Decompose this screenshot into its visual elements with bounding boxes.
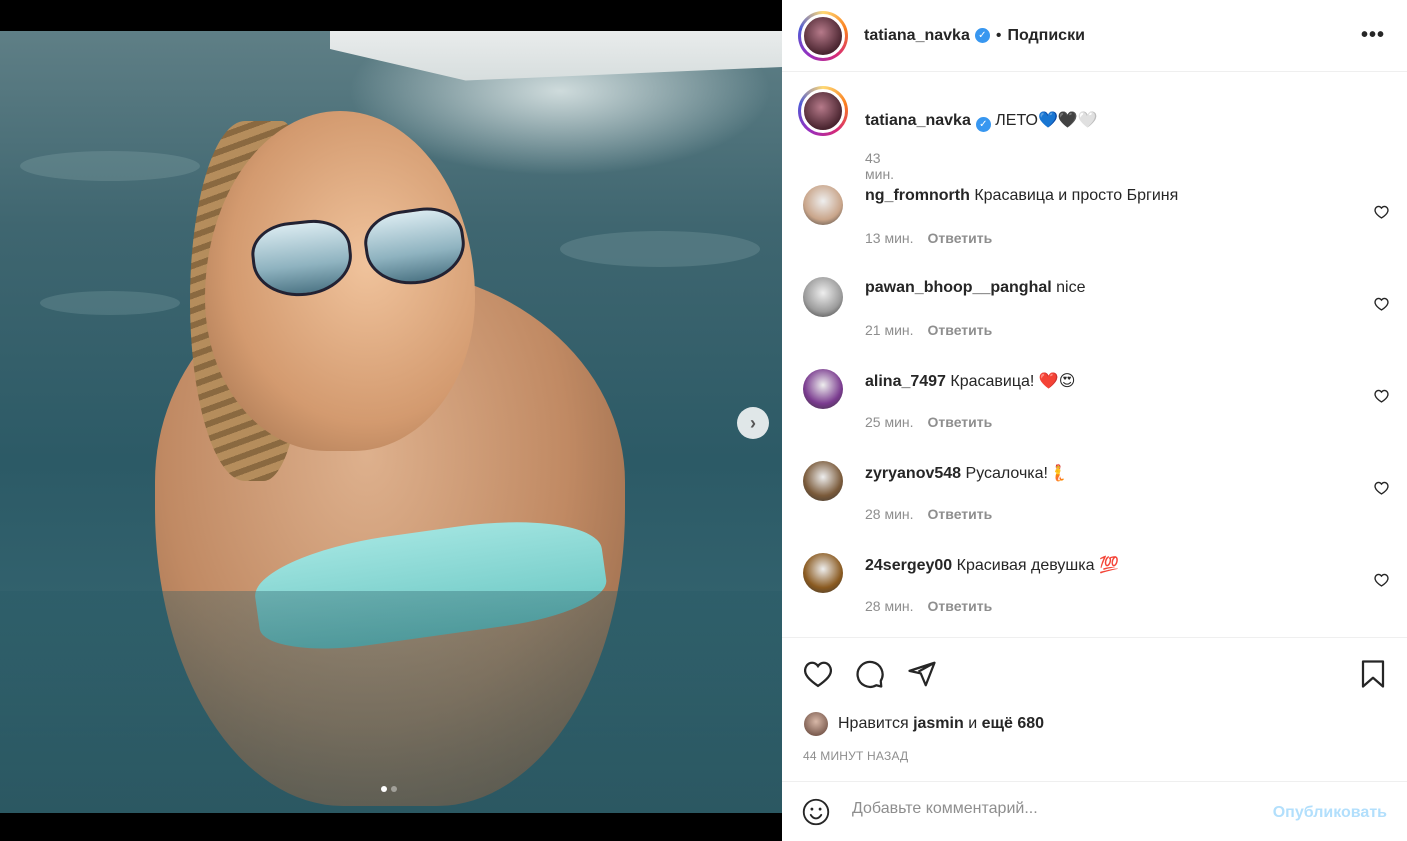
post-actions: Нравится jasmin и ещё 680 44 МИНУТ НАЗАД xyxy=(782,637,1407,781)
following-button[interactable]: Подписки xyxy=(1007,27,1084,45)
commenter-avatar[interactable] xyxy=(803,369,843,409)
comment-text: Красавица и просто Бргиня xyxy=(974,187,1179,204)
carousel-dot xyxy=(391,786,397,792)
post-timestamp[interactable]: 44 МИНУТ НАЗАД xyxy=(803,749,908,763)
commenter-avatar[interactable] xyxy=(803,277,843,317)
post-photo xyxy=(0,31,782,813)
reply-button[interactable]: Ответить xyxy=(928,230,993,246)
post-header: tatiana_navka ✓ • Подписки ••• xyxy=(782,0,1407,72)
add-comment-bar: Опубликовать xyxy=(782,781,1407,841)
carousel-dot xyxy=(381,786,387,792)
author-avatar[interactable] xyxy=(798,10,848,61)
comment-username[interactable]: 24sergey00 xyxy=(865,557,952,574)
comment-meta: 25 мин. Ответить xyxy=(865,414,992,430)
commenter-avatar[interactable] xyxy=(803,553,843,593)
photo-water xyxy=(40,291,180,315)
emoji-icon[interactable] xyxy=(802,798,830,829)
photo-background xyxy=(330,31,782,81)
carousel-next-button[interactable]: › xyxy=(737,407,769,439)
comment-username[interactable]: alina_7497 xyxy=(865,373,946,390)
comment-row: pawan_bhoop__panghal nice 21 мин. Ответить xyxy=(782,267,1407,359)
reply-button[interactable]: Ответить xyxy=(928,414,993,430)
reply-button[interactable]: Ответить xyxy=(928,506,993,522)
comment-time[interactable]: 28 мин. xyxy=(865,598,914,614)
header-separator: • xyxy=(995,26,1002,44)
comment-row: zyryanov548 Русалочка!🧜 28 мин. Ответить xyxy=(782,451,1407,543)
caption-text: ЛЕТО💙🖤🤍 xyxy=(995,112,1098,129)
comment-icon[interactable] xyxy=(854,658,886,690)
comment-time[interactable]: 21 мин. xyxy=(865,322,914,338)
comment-meta: 13 мин. Ответить xyxy=(865,230,992,246)
comment-meta: 21 мин. Ответить xyxy=(865,322,992,338)
likes-count[interactable]: ещё 680 xyxy=(982,715,1044,733)
comment-time[interactable]: 25 мин. xyxy=(865,414,914,430)
comment-body: zyryanov548 Русалочка!🧜 xyxy=(865,463,1068,483)
comment-row: 24sergey00 Красивая девушка 💯 28 мин. Отве… xyxy=(782,543,1407,635)
comment-body: alina_7497 Красавица! ❤️😍 xyxy=(865,371,1075,391)
photo-water-surface xyxy=(0,591,782,813)
verified-icon: ✓ xyxy=(974,28,990,43)
comments-list[interactable]: tatiana_navka ✓ ЛЕТО💙🖤🤍 43 мин. ng_fromno… xyxy=(782,72,1407,637)
comment-time[interactable]: 13 мин. xyxy=(865,230,914,246)
more-options-icon[interactable]: ••• xyxy=(1361,24,1385,47)
comment-username[interactable]: ng_fromnorth xyxy=(865,187,970,204)
comment-body: 24sergey00 Красивая девушка 💯 xyxy=(865,555,1119,575)
post-comment-button[interactable]: Опубликовать xyxy=(1273,804,1387,822)
reply-button[interactable]: Ответить xyxy=(928,322,993,338)
comment-text: nice xyxy=(1056,279,1086,296)
verified-icon: ✓ xyxy=(975,117,991,132)
comment-body: pawan_bhoop__panghal nice xyxy=(865,279,1086,297)
comment-text: Красивая девушка 💯 xyxy=(956,557,1119,574)
photo-water xyxy=(560,231,760,267)
comment-row: alina_7497 Красавица! ❤️😍 25 мин. Ответить xyxy=(782,359,1407,451)
carousel-indicator xyxy=(381,786,397,792)
comment-row: ng_fromnorth Красавица и просто Бргиня 13… xyxy=(782,175,1407,267)
comment-like-heart-icon[interactable] xyxy=(1374,389,1389,406)
bookmark-icon[interactable] xyxy=(1357,658,1389,690)
photo-water xyxy=(20,151,200,181)
author-username[interactable]: tatiana_navka xyxy=(864,27,970,45)
reply-button[interactable]: Ответить xyxy=(928,598,993,614)
comment-like-heart-icon[interactable] xyxy=(1374,573,1389,590)
likes-prefix: Нравится xyxy=(838,715,909,732)
share-icon[interactable] xyxy=(906,658,938,690)
chevron-right-icon: › xyxy=(750,412,756,433)
comment-like-heart-icon[interactable] xyxy=(1374,297,1389,314)
comment-meta: 28 мин. Ответить xyxy=(865,598,992,614)
likes-user[interactable]: jasmin xyxy=(913,715,964,733)
author-avatar[interactable] xyxy=(798,86,848,136)
caption-text-row: tatiana_navka ✓ ЛЕТО💙🖤🤍 xyxy=(865,110,1098,132)
comment-username[interactable]: zyryanov548 xyxy=(865,465,961,482)
comment-username[interactable]: pawan_bhoop__panghal xyxy=(865,279,1052,296)
post-sidebar: tatiana_navka ✓ • Подписки ••• tatiana_n… xyxy=(782,0,1407,841)
comment-meta: 28 мин. Ответить xyxy=(865,506,992,522)
media-pane: › xyxy=(0,0,782,841)
caption-username[interactable]: tatiana_navka xyxy=(865,112,971,129)
comment-like-heart-icon[interactable] xyxy=(1374,205,1389,222)
comment-body: ng_fromnorth Красавица и просто Бргиня xyxy=(865,187,1178,205)
commenter-avatar[interactable] xyxy=(803,461,843,501)
comment-text: Русалочка!🧜 xyxy=(965,465,1068,482)
post-modal: › tatiana_navka ✓ • Подписки ••• tatiana… xyxy=(0,0,1407,841)
comment-time[interactable]: 28 мин. xyxy=(865,506,914,522)
comment-text: Красавица! ❤️😍 xyxy=(950,373,1076,390)
comment-input[interactable] xyxy=(852,800,1252,818)
liker-avatar xyxy=(804,712,828,736)
likes-and: и xyxy=(968,715,978,732)
likes-summary[interactable]: Нравится jasmin и ещё 680 xyxy=(804,712,1044,736)
like-heart-icon[interactable] xyxy=(802,658,834,690)
comment-like-heart-icon[interactable] xyxy=(1374,481,1389,498)
commenter-avatar[interactable] xyxy=(803,185,843,225)
